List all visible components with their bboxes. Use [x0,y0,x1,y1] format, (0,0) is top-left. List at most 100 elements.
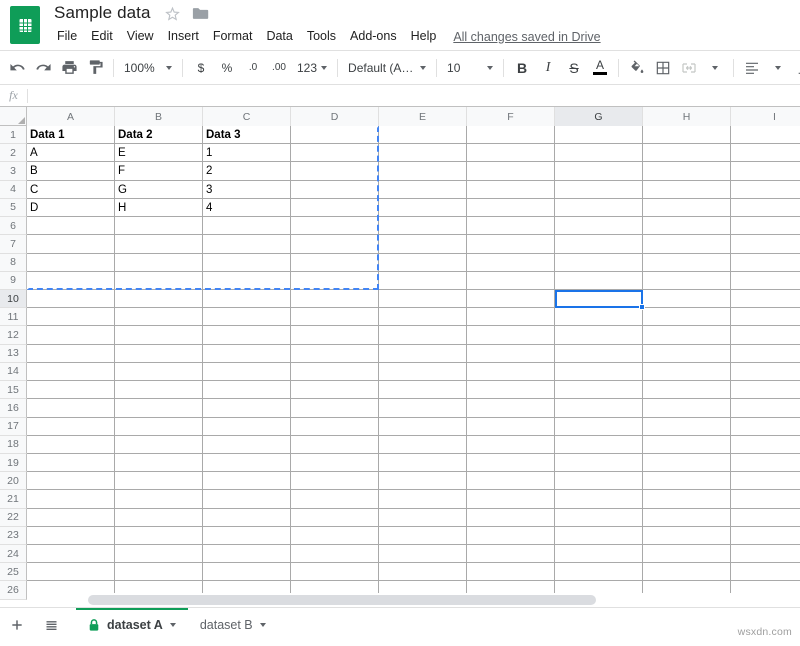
cell-I5[interactable] [731,199,800,217]
cell-I22[interactable] [731,509,800,527]
cell-E11[interactable] [379,308,467,326]
cell-B19[interactable] [115,454,203,472]
row-header-22[interactable]: 22 [0,509,27,527]
cell-F22[interactable] [467,509,555,527]
row-header-5[interactable]: 5 [0,199,27,217]
cell-I10[interactable] [731,290,800,308]
cell-I8[interactable] [731,254,800,272]
cell-G9[interactable] [555,272,643,290]
cell-B3[interactable]: F [115,162,203,180]
cell-G8[interactable] [555,254,643,272]
cell-A16[interactable] [27,399,115,417]
cell-D14[interactable] [291,363,379,381]
cell-E25[interactable] [379,563,467,581]
italic-button[interactable]: I [535,55,561,81]
cell-E24[interactable] [379,545,467,563]
cell-C20[interactable] [203,472,291,490]
cell-A17[interactable] [27,418,115,436]
cell-G26[interactable] [555,581,643,593]
cell-A23[interactable] [27,527,115,545]
cell-I24[interactable] [731,545,800,563]
cell-G2[interactable] [555,144,643,162]
cell-H19[interactable] [643,454,731,472]
cell-B13[interactable] [115,345,203,363]
cell-F5[interactable] [467,199,555,217]
cell-H15[interactable] [643,381,731,399]
cell-B18[interactable] [115,436,203,454]
row-header-3[interactable]: 3 [0,162,27,180]
cell-B2[interactable]: E [115,144,203,162]
cell-B25[interactable] [115,563,203,581]
cell-B16[interactable] [115,399,203,417]
cell-A9[interactable] [27,272,115,290]
row-header-6[interactable]: 6 [0,217,27,235]
add-sheet-button[interactable] [0,608,34,642]
cell-H1[interactable] [643,126,731,144]
cell-D11[interactable] [291,308,379,326]
cell-B17[interactable] [115,418,203,436]
cell-I3[interactable] [731,162,800,180]
cell-D21[interactable] [291,490,379,508]
cell-H18[interactable] [643,436,731,454]
cell-F9[interactable] [467,272,555,290]
cell-C6[interactable] [203,217,291,235]
cell-H8[interactable] [643,254,731,272]
cell-I20[interactable] [731,472,800,490]
horizontal-scrollbar[interactable] [0,593,800,607]
cell-E17[interactable] [379,418,467,436]
cell-E19[interactable] [379,454,467,472]
cell-I14[interactable] [731,363,800,381]
sheet-tab-dataset-a[interactable]: dataset A [76,608,188,643]
cell-E4[interactable] [379,181,467,199]
merge-cells-dropdown[interactable] [702,55,728,81]
cell-C23[interactable] [203,527,291,545]
cell-B5[interactable]: H [115,199,203,217]
cell-I1[interactable] [731,126,800,144]
cell-G10[interactable] [555,290,643,308]
cell-H20[interactable] [643,472,731,490]
chevron-down-icon[interactable] [260,623,266,627]
cell-B23[interactable] [115,527,203,545]
cell-A2[interactable]: A [27,144,115,162]
cell-C18[interactable] [203,436,291,454]
cell-F17[interactable] [467,418,555,436]
cell-H5[interactable] [643,199,731,217]
cell-B14[interactable] [115,363,203,381]
menu-item-format[interactable]: Format [206,26,260,47]
cell-D24[interactable] [291,545,379,563]
cell-F25[interactable] [467,563,555,581]
cell-F15[interactable] [467,381,555,399]
cell-B1[interactable]: Data 2 [115,126,203,144]
cell-F19[interactable] [467,454,555,472]
row-header-10[interactable]: 10 [0,290,27,308]
cell-D16[interactable] [291,399,379,417]
cell-C16[interactable] [203,399,291,417]
row-header-20[interactable]: 20 [0,472,27,490]
row-header-7[interactable]: 7 [0,235,27,253]
cell-F8[interactable] [467,254,555,272]
cell-F26[interactable] [467,581,555,593]
cell-G1[interactable] [555,126,643,144]
page-title[interactable]: Sample data [52,2,153,24]
cell-A19[interactable] [27,454,115,472]
row-header-14[interactable]: 14 [0,363,27,381]
menu-item-insert[interactable]: Insert [161,26,206,47]
cell-F7[interactable] [467,235,555,253]
print-icon[interactable] [56,55,82,81]
cell-E12[interactable] [379,326,467,344]
cell-C13[interactable] [203,345,291,363]
cell-I17[interactable] [731,418,800,436]
cell-D25[interactable] [291,563,379,581]
font-size-select[interactable]: 10 [442,55,498,81]
cell-I6[interactable] [731,217,800,235]
cell-C24[interactable] [203,545,291,563]
cell-D1[interactable] [291,126,379,144]
cell-D26[interactable] [291,581,379,593]
cell-F3[interactable] [467,162,555,180]
sheets-logo-icon[interactable] [10,6,40,44]
row-header-19[interactable]: 19 [0,454,27,472]
row-header-11[interactable]: 11 [0,308,27,326]
cell-G3[interactable] [555,162,643,180]
cell-H14[interactable] [643,363,731,381]
cell-H12[interactable] [643,326,731,344]
